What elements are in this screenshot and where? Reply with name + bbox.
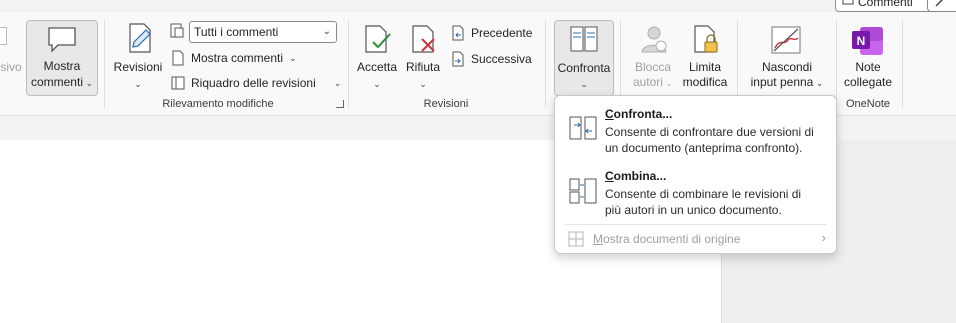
dialog-launcher-icon[interactable] [336,100,344,108]
track-changes-icon[interactable] [124,22,156,54]
show-markup-button[interactable]: Mostra commenti ⌄ [171,50,297,66]
separator [348,20,349,108]
chevron-down-icon[interactable]: ⌄ [110,76,166,92]
compare-desc-line2: un documento (anteprima confronto). [605,141,803,155]
comment-icon [842,0,854,5]
combine-menu-desc: Consente di combinare le revisioni di pi… [605,186,825,218]
show-source-rest: ostra documenti di origine [603,232,741,246]
reviewing-pane-label: Riquadro delle revisioni [191,76,316,90]
svg-text:N: N [857,34,866,48]
compare-label: Confronta [557,61,611,75]
combine-menu-item[interactable]: Combina... Consente di combinare le revi… [559,164,834,220]
markup-filter-dropdown[interactable]: Tutti i commenti ⌄ [189,21,337,43]
reject-icon[interactable] [408,24,438,54]
previous-label: Precedente [471,26,533,40]
onenote-icon[interactable]: N [851,25,885,57]
compare-menu-desc: Consente di confrontare due versioni di … [605,124,825,156]
chevron-down-icon: ⌄ [813,78,824,88]
block-authors-line2-wrap: autori ⌄ [626,75,680,91]
source-documents-icon [568,231,584,247]
hide-ink-line2-wrap[interactable]: input penna ⌄ [742,75,832,91]
linked-notes-line2[interactable]: collegate [840,75,896,90]
compare-menu: Confronta... Consente di confrontare due… [554,95,837,254]
restrict-editing-line1[interactable]: Limita [678,60,732,75]
markup-icon [170,23,184,38]
show-source-key: M [593,232,603,246]
chevron-down-icon[interactable]: ⌄ [400,76,446,92]
compare-desc-line1: Consente di confrontare due versioni di [605,125,814,139]
combine-title-rest: ombina... [613,169,667,183]
chevron-down-icon: ⌄ [82,78,94,88]
show-markup-label: Mostra commenti [191,51,284,65]
hide-ink-line2: input penna [750,75,814,89]
hide-ink-line1[interactable]: Nascondi [742,60,832,75]
show-source-label: Mostra documenti di origine [593,232,740,246]
tracking-group-label: Rilevamento modifiche [162,98,274,110]
comments-button-label: Commenti [858,0,913,9]
reviewing-pane-icon [171,76,185,90]
partial-control[interactable] [0,27,7,45]
combine-desc-line1: Consente di combinare le revisioni di [605,187,802,201]
onenote-group-label: OneNote [845,98,891,110]
chevron-down-icon: ⌄ [333,77,342,88]
changes-group-label: Revisioni [423,98,469,110]
separator [902,20,903,108]
chevron-right-icon: › [821,230,826,245]
editing-button[interactable] [927,0,956,12]
menu-separator [565,224,826,225]
chevron-down-icon: ⌄ [289,52,297,63]
compare-icon [570,26,598,52]
chevron-down-icon: ⌄ [322,26,331,37]
pencil-icon [935,0,944,7]
show-comments-line2: commenti [30,75,83,89]
previous-button[interactable]: Precedente [451,25,532,41]
compare-menu-title: Confronta... [605,107,672,121]
separator [104,20,105,108]
restrict-editing-line2[interactable]: modifica [678,75,732,90]
block-authors-line2: autori [632,75,663,89]
previous-change-icon [452,25,464,41]
hide-ink-icon[interactable] [770,24,802,56]
accept-icon[interactable] [361,24,391,54]
combine-title-key: C [605,169,614,183]
reject-label[interactable]: Rifiuta [400,60,446,75]
show-source-documents-item[interactable]: Mostra documenti di origine › [559,228,834,250]
chevron-down-icon: ⌄ [580,79,588,89]
show-comments-button[interactable]: Mostra commenti ⌄ [26,20,98,96]
compare-title-rest: onfronta... [613,107,673,121]
document-icon [172,50,184,66]
partial-left-label: sivo [0,60,22,74]
compare-title-key: C [605,107,614,121]
show-comments-line1: Mostra [43,59,81,73]
next-label: Successiva [471,52,532,66]
comment-icon [48,27,76,53]
separator [836,20,837,108]
block-authors-icon [641,26,667,53]
combine-desc-line2: più autori in un unico documento. [605,203,782,217]
reviewing-pane-button[interactable]: Riquadro delle revisioni ⌄ [171,76,341,90]
chevron-down-icon: ⌄ [662,78,674,88]
chevron-down-icon[interactable]: ⌄ [352,76,402,92]
next-change-icon [452,51,464,67]
compare-icon [569,116,597,140]
block-authors-line1: Blocca [634,60,672,74]
markup-filter-value: Tutti i commenti [194,25,279,39]
separator [545,20,546,108]
next-button[interactable]: Successiva [451,51,532,67]
accept-label[interactable]: Accetta [352,60,402,75]
comments-button[interactable]: Commenti [835,0,933,12]
linked-notes-line1[interactable]: Note [840,60,896,75]
compare-menu-item[interactable]: Confronta... Consente di confrontare due… [559,102,834,158]
top-strip: Commenti [0,0,956,12]
compare-button[interactable]: Confronta ⌄ [554,20,614,96]
restrict-editing-icon[interactable] [691,24,721,56]
combine-menu-title: Combina... [605,169,666,183]
revisions-label[interactable]: Revisioni [110,60,166,75]
show-comments-line2-wrap: commenti ⌄ [27,75,97,91]
combine-icon [569,178,597,204]
